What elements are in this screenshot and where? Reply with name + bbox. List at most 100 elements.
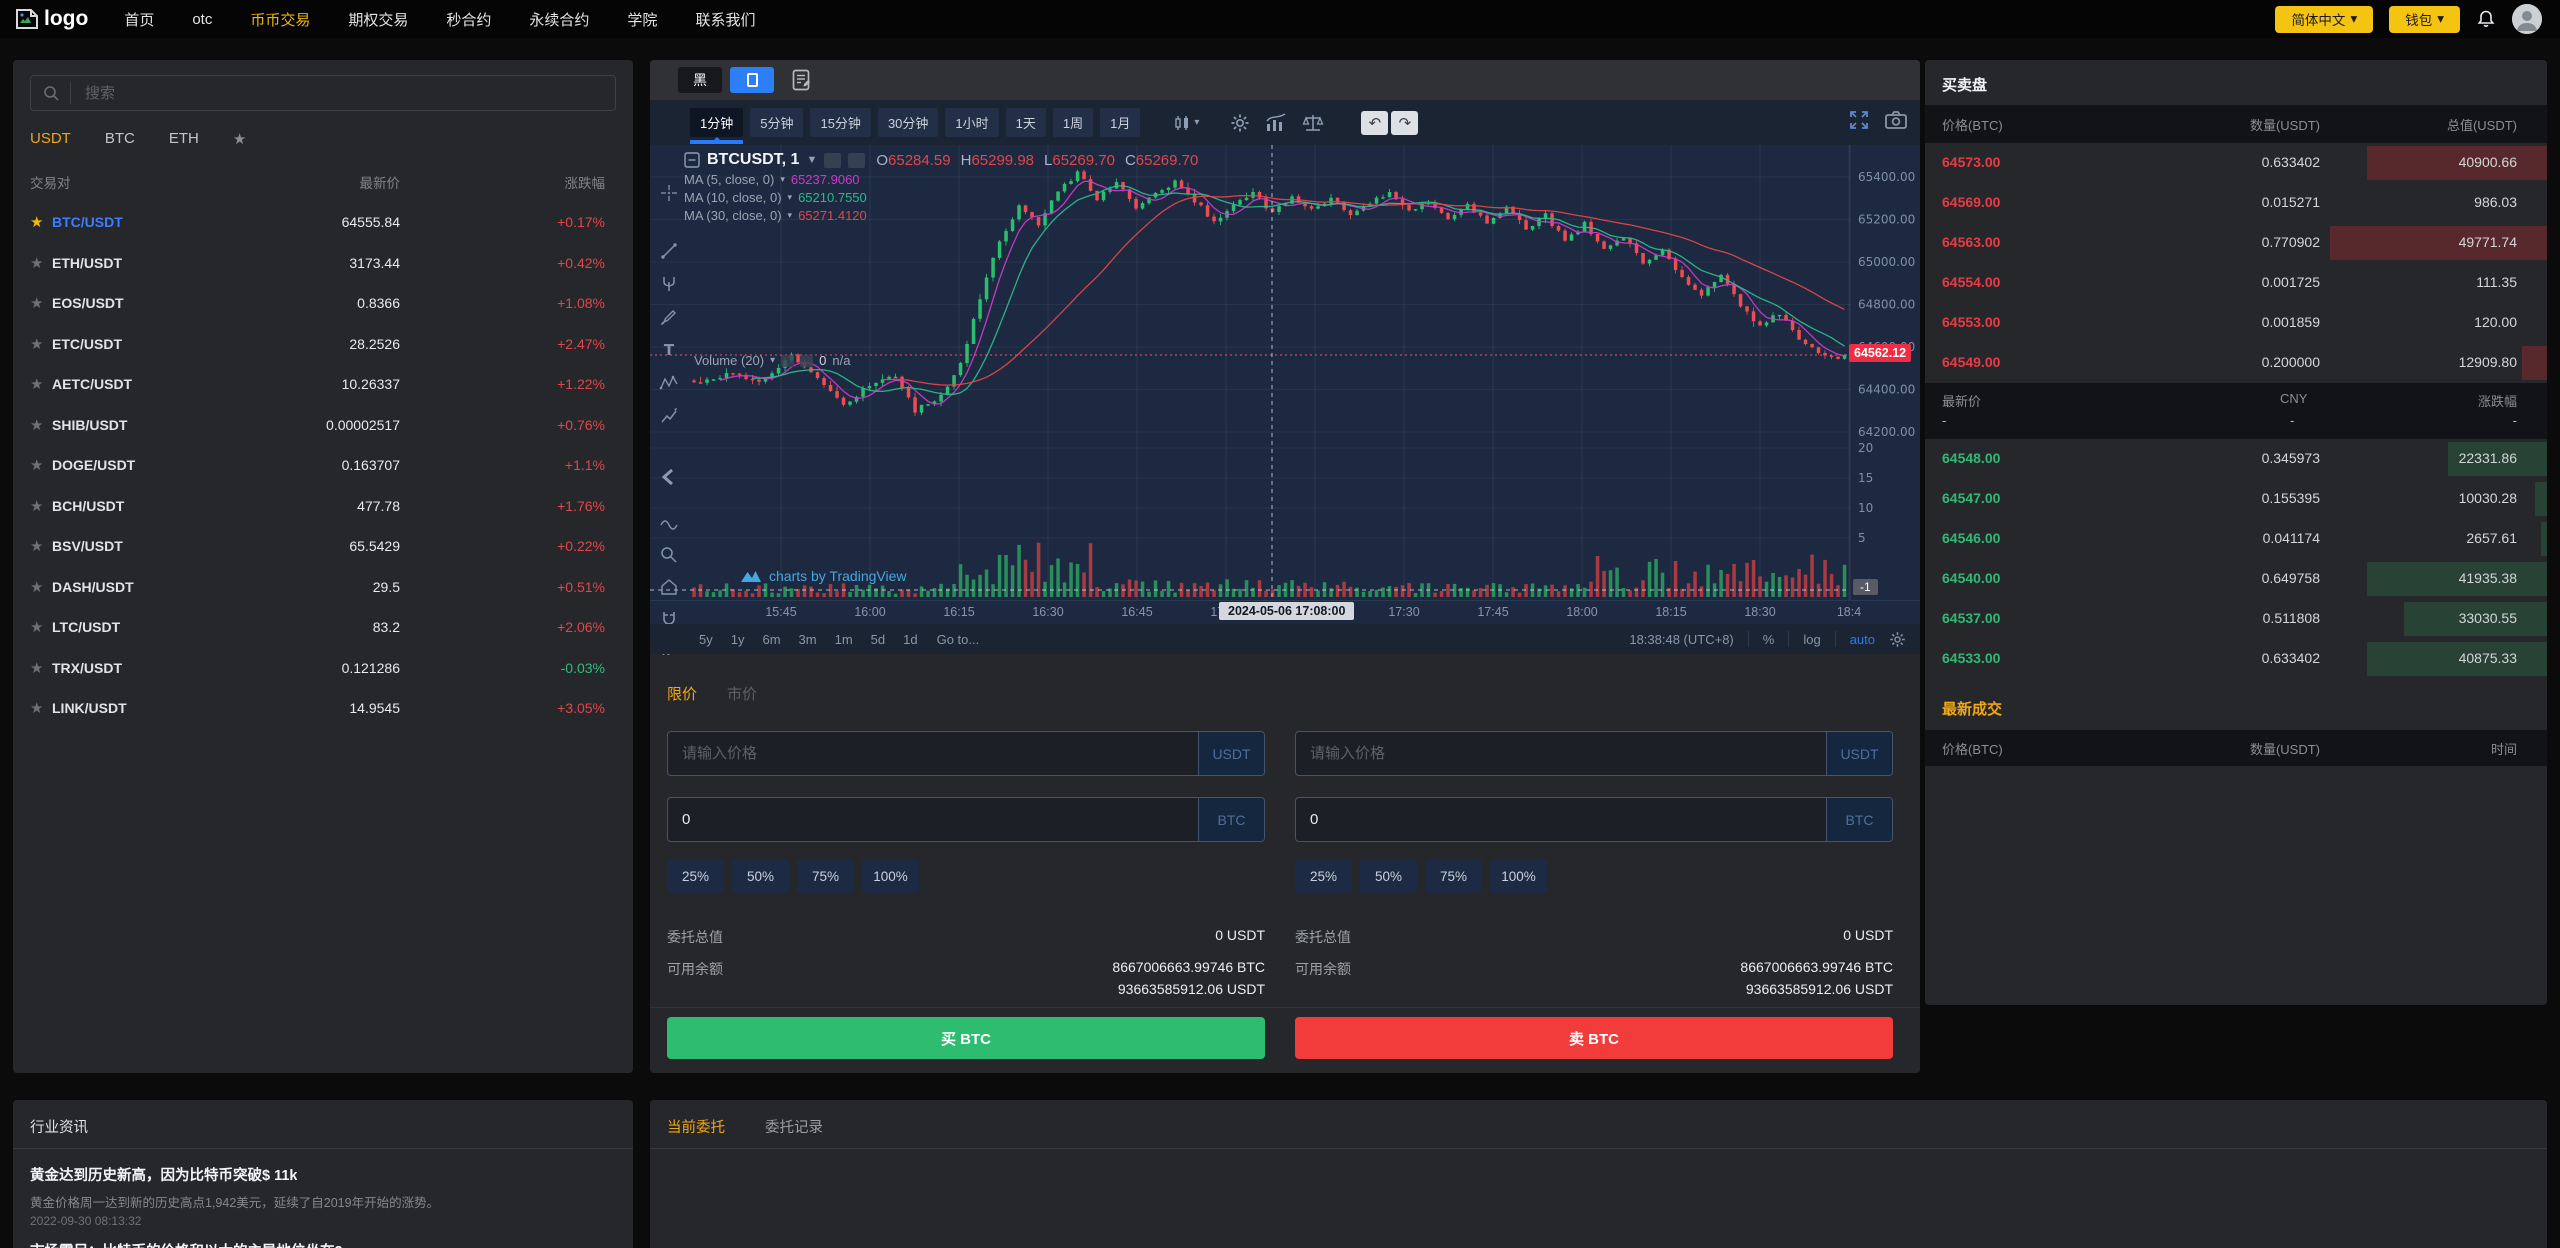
volume-eye-icon[interactable] xyxy=(781,355,794,367)
ask-row[interactable]: 64573.000.63340240900.66 xyxy=(1925,143,2547,183)
timeframe-1小时[interactable]: 1小时 xyxy=(945,108,998,137)
bid-row[interactable]: 64540.000.64975841935.38 xyxy=(1925,559,2547,599)
market-row-TRX/USDT[interactable]: ★TRX/USDT0.121286-0.03% xyxy=(13,648,633,689)
market-tab-BTC[interactable]: BTC xyxy=(105,130,135,148)
bid-row[interactable]: 64546.000.0411742657.61 xyxy=(1925,519,2547,559)
chart-canvas[interactable]: 65400.0065200.0065000.0064800.0064600.00… xyxy=(650,145,1920,640)
buy-percent-100%[interactable]: 100% xyxy=(862,859,919,893)
compare-scales-icon[interactable] xyxy=(1298,109,1328,137)
range-6m[interactable]: 6m xyxy=(753,632,789,647)
buy-percent-50%[interactable]: 50% xyxy=(732,859,789,893)
chevron-down-icon[interactable]: ▼ xyxy=(806,154,817,166)
market-row-SHIB/USDT[interactable]: ★SHIB/USDT0.00002517+0.76% xyxy=(13,405,633,446)
axis-settings-gear-icon[interactable] xyxy=(1889,631,1906,648)
favorite-star-icon[interactable]: ★ xyxy=(30,254,52,272)
nav-item-秒合约[interactable]: 秒合约 xyxy=(446,9,491,30)
nav-item-期权交易[interactable]: 期权交易 xyxy=(348,9,408,30)
sell-percent-25%[interactable]: 25% xyxy=(1295,859,1352,893)
pattern-icon[interactable] xyxy=(659,373,679,398)
zoom-icon[interactable] xyxy=(659,545,679,570)
ask-row[interactable]: 64554.000.001725111.35 xyxy=(1925,263,2547,303)
favorite-star-icon[interactable]: ★ xyxy=(30,699,52,717)
collapse-legend-icon[interactable] xyxy=(684,152,700,168)
sell-submit-button[interactable]: 卖 BTC xyxy=(1295,1017,1893,1059)
theme-kline-button[interactable] xyxy=(730,67,774,93)
tradingview-attribution[interactable]: charts by TradingView xyxy=(740,568,906,584)
market-row-EOS/USDT[interactable]: ★EOS/USDT0.8366+1.08% xyxy=(13,283,633,324)
sell-percent-75%[interactable]: 75% xyxy=(1425,859,1482,893)
measure-icon[interactable] xyxy=(659,513,679,538)
favorite-star-icon[interactable]: ★ xyxy=(30,578,52,596)
market-row-DOGE/USDT[interactable]: ★DOGE/USDT0.163707+1.1% xyxy=(13,445,633,486)
chevron-down-icon[interactable]: ▾ xyxy=(788,192,793,203)
chevron-down-icon[interactable]: ▾ xyxy=(780,174,785,185)
theme-black-button[interactable]: 黑 xyxy=(678,67,722,93)
favorite-star-icon[interactable]: ★ xyxy=(30,618,52,636)
nav-item-币币交易[interactable]: 币币交易 xyxy=(250,9,310,30)
buy-submit-button[interactable]: 买 BTC xyxy=(667,1017,1265,1059)
order-tab-市价[interactable]: 市价 xyxy=(727,683,757,704)
buy-price-input[interactable] xyxy=(668,732,1196,775)
volume-settings-icon[interactable] xyxy=(800,355,813,367)
range-1d[interactable]: 1d xyxy=(894,632,926,647)
sell-amount-input[interactable] xyxy=(1296,798,1824,841)
percent-scale-button[interactable]: % xyxy=(1763,632,1775,647)
sell-percent-100%[interactable]: 100% xyxy=(1490,859,1547,893)
clock-label[interactable]: 18:38:48 (UTC+8) xyxy=(1629,632,1733,647)
pitchfork-icon[interactable] xyxy=(659,274,679,299)
favorite-star-icon[interactable]: ★ xyxy=(30,335,52,353)
market-row-BSV/USDT[interactable]: ★BSV/USDT65.5429+0.22% xyxy=(13,526,633,567)
nav-item-学院[interactable]: 学院 xyxy=(627,9,657,30)
text-tool-icon[interactable]: T xyxy=(659,340,679,365)
favorite-star-icon[interactable]: ★ xyxy=(30,497,52,515)
market-row-AETC/USDT[interactable]: ★AETC/USDT10.26337+1.22% xyxy=(13,364,633,405)
ask-row[interactable]: 64549.000.20000012909.80 xyxy=(1925,343,2547,383)
timeframe-5分钟[interactable]: 5分钟 xyxy=(750,108,803,137)
range-1y[interactable]: 1y xyxy=(722,632,754,647)
favorites-star-tab[interactable]: ★ xyxy=(233,130,246,148)
indicators-icon[interactable] xyxy=(1261,109,1291,137)
user-avatar[interactable] xyxy=(2512,4,2542,34)
news-item-title[interactable]: 市场震足：比特币的价格和以太的主导地位坐在2... xyxy=(30,1240,355,1248)
orders-tab-委托记录[interactable]: 委托记录 xyxy=(765,1116,823,1137)
ask-row[interactable]: 64569.000.015271986.03 xyxy=(1925,183,2547,223)
favorite-star-icon[interactable]: ★ xyxy=(30,375,52,393)
bid-row[interactable]: 64547.000.15539510030.28 xyxy=(1925,479,2547,519)
timeframe-1周[interactable]: 1周 xyxy=(1053,108,1093,137)
buy-percent-25%[interactable]: 25% xyxy=(667,859,724,893)
crosshair-icon[interactable] xyxy=(659,183,679,208)
chart-settings-gear-icon[interactable] xyxy=(1226,109,1254,137)
market-tab-ETH[interactable]: ETH xyxy=(169,130,199,148)
nav-item-首页[interactable]: 首页 xyxy=(124,9,154,30)
buy-amount-input[interactable] xyxy=(668,798,1196,841)
search-input[interactable] xyxy=(83,84,563,103)
range-3m[interactable]: 3m xyxy=(790,632,826,647)
undo-button[interactable]: ↶ xyxy=(1361,111,1388,135)
notifications-bell-icon[interactable] xyxy=(2476,9,2496,29)
timeframe-1月[interactable]: 1月 xyxy=(1100,108,1140,137)
timeframe-1天[interactable]: 1天 xyxy=(1006,108,1046,137)
range-5y[interactable]: 5y xyxy=(690,632,722,647)
auto-scale-button[interactable]: auto xyxy=(1850,632,1875,647)
chevron-down-icon[interactable]: ▾ xyxy=(770,355,775,366)
order-tab-限价[interactable]: 限价 xyxy=(667,683,697,704)
logo[interactable]: logo xyxy=(16,7,88,31)
buy-percent-75%[interactable]: 75% xyxy=(797,859,854,893)
favorite-star-icon[interactable]: ★ xyxy=(30,537,52,555)
trendline-icon[interactable] xyxy=(659,241,679,266)
timeframe-15分钟[interactable]: 15分钟 xyxy=(810,108,870,137)
favorite-star-icon[interactable]: ★ xyxy=(30,294,52,312)
market-row-BCH/USDT[interactable]: ★BCH/USDT477.78+1.76% xyxy=(13,486,633,527)
redo-button[interactable]: ↷ xyxy=(1391,111,1418,135)
chart-symbol[interactable]: BTCUSDT, 1 xyxy=(707,151,799,169)
market-row-LINK/USDT[interactable]: ★LINK/USDT14.9545+3.05% xyxy=(13,688,633,729)
home-icon[interactable] xyxy=(659,577,679,602)
ask-row[interactable]: 64563.000.77090249771.74 xyxy=(1925,223,2547,263)
nav-item-永续合约[interactable]: 永续合约 xyxy=(529,9,589,30)
wallet-button[interactable]: 钱包▾ xyxy=(2389,6,2460,33)
sell-price-input[interactable] xyxy=(1296,732,1824,775)
range-1m[interactable]: 1m xyxy=(826,632,862,647)
camera-snapshot-icon[interactable] xyxy=(1884,109,1908,131)
range-5d[interactable]: 5d xyxy=(862,632,894,647)
language-button[interactable]: 简体中文▾ xyxy=(2275,6,2373,33)
